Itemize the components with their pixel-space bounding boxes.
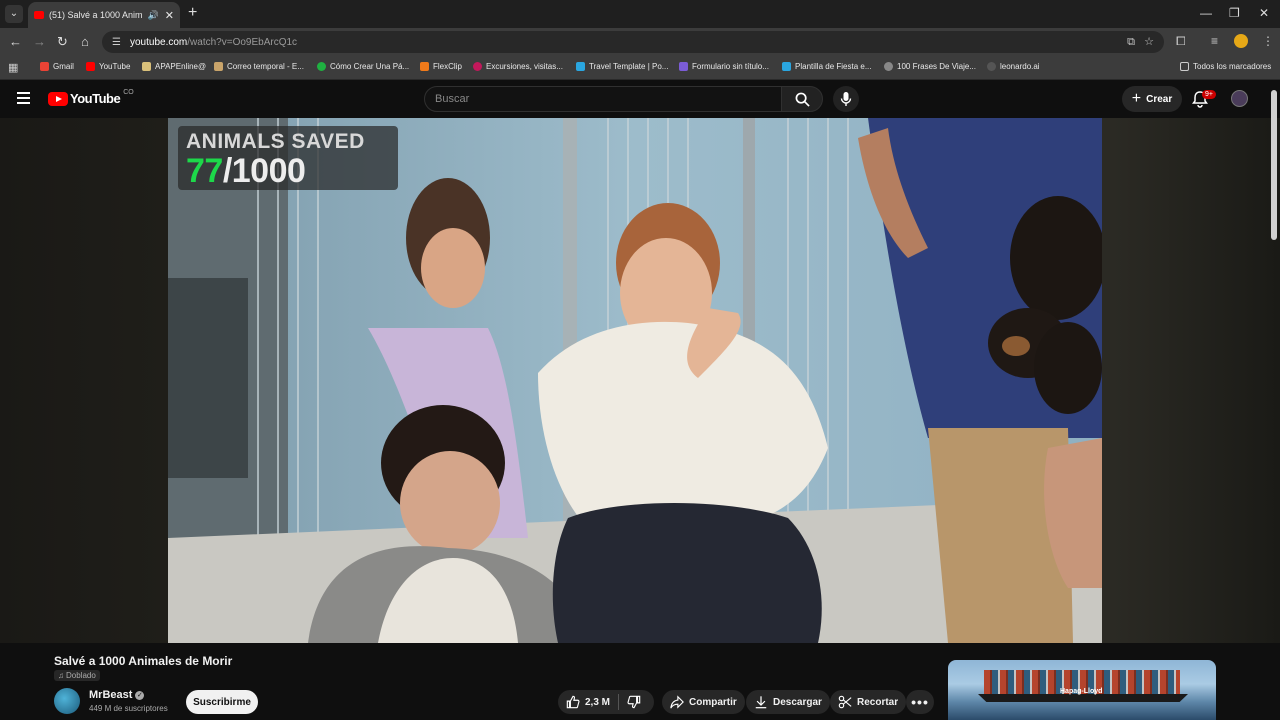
profile-avatar[interactable] [1234, 34, 1248, 48]
share-icon [670, 695, 684, 709]
channel-name[interactable]: MrBeast ✓ [89, 689, 145, 701]
home-icon[interactable]: ⌂ [81, 34, 89, 49]
apps-grid-icon[interactable]: ▦ [8, 61, 18, 74]
overlay-counter: 77/1000 [186, 152, 306, 190]
share-button[interactable]: Compartir [662, 690, 745, 714]
channel-avatar[interactable] [54, 688, 80, 714]
bookmarks-bar: ▦ Gmail YouTube APAPEnline@ Correo tempo… [0, 56, 1280, 80]
video-player[interactable] [168, 118, 1102, 643]
maximize-icon[interactable]: ❐ [1229, 6, 1240, 20]
search-input[interactable]: Buscar [424, 86, 782, 112]
ad-ship-hull [978, 694, 1188, 702]
youtube-header: YouTube CO Buscar + Crear [0, 80, 1280, 118]
thumbs-down-icon[interactable] [627, 695, 641, 709]
url-path: /watch?v=Oo9EbArcQ1c [187, 36, 298, 48]
search-icon [795, 92, 810, 107]
close-window-icon[interactable]: ✕ [1259, 6, 1269, 20]
bookmark-item[interactable]: YouTube [86, 62, 130, 71]
media-control-icon[interactable]: ≡ [1211, 34, 1218, 48]
bookmark-item[interactable]: Correo temporal - E... [214, 62, 304, 71]
bookmark-item[interactable]: 100 Frases De Viaje... [884, 62, 976, 71]
bookmark-icon [987, 62, 996, 71]
subscriber-count: 449 M de suscriptores [89, 704, 168, 713]
minimize-icon[interactable]: — [1200, 6, 1212, 20]
bookmark-icon [214, 62, 223, 71]
new-tab-button[interactable]: + [188, 4, 197, 22]
menu-hamburger-icon[interactable] [17, 92, 30, 104]
more-horizontal-icon: ••• [911, 694, 929, 710]
bookmark-item[interactable]: Travel Template | Po... [576, 62, 668, 71]
bookmark-icon [782, 62, 791, 71]
like-button[interactable]: 2,3 M [566, 695, 610, 709]
form-icon [679, 62, 688, 71]
url-host: youtube.com [130, 36, 188, 48]
animals-saved-overlay: ANIMALS SAVED 77/1000 [178, 126, 398, 190]
scissors-icon [838, 695, 852, 709]
browser-toolbar: ← → ↻ ⌂ ☰ youtube.com/watch?v=Oo9EbArcQ1… [0, 28, 1280, 56]
page-scrollbar[interactable] [1271, 90, 1277, 240]
overlay-label: ANIMALS SAVED [186, 130, 365, 153]
search-button[interactable] [781, 86, 823, 112]
tab-title: (51) Salvé a 1000 Animales de Morir - Yo… [49, 10, 142, 20]
video-title: Salvé a 1000 Animales de Morir [54, 654, 233, 668]
address-bar[interactable]: ☰ youtube.com/watch?v=Oo9EbArcQ1c ⧉ ☆ [102, 31, 1164, 53]
site-info-icon[interactable]: ☰ [112, 37, 122, 48]
bookmark-item[interactable]: Formulario sin título... [679, 62, 769, 71]
subscribe-button[interactable]: Suscribirme [186, 690, 258, 714]
browser-tab[interactable]: (51) Salvé a 1000 Animales de Morir - Yo… [28, 2, 180, 28]
bookmark-item[interactable]: Excursiones, visitas... [473, 62, 563, 71]
tab-search-button[interactable]: ⌄ [5, 5, 23, 23]
bookmark-icon [142, 62, 151, 71]
gmail-icon [40, 62, 49, 71]
bookmark-icon [473, 62, 482, 71]
youtube-favicon-icon [34, 11, 44, 19]
plus-icon: + [1131, 90, 1142, 107]
bookmark-item[interactable]: leonardo.ai [987, 62, 1040, 71]
check-icon [317, 62, 326, 71]
speaker-icon[interactable]: 🔊 [148, 10, 159, 21]
notification-count-badge: 9+ [1202, 90, 1216, 99]
bookmark-icon [884, 62, 893, 71]
bookmark-item[interactable]: Gmail [40, 62, 74, 71]
voice-search-button[interactable] [833, 86, 859, 112]
close-tab-icon[interactable]: ✕ [165, 9, 174, 22]
clip-button[interactable]: Recortar [830, 690, 907, 714]
audio-track-icon: ♫ [58, 671, 64, 680]
divider [618, 694, 620, 710]
forward-icon[interactable]: → [33, 34, 46, 49]
user-avatar[interactable] [1231, 90, 1248, 107]
download-button[interactable]: Descargar [746, 690, 830, 714]
reload-icon[interactable]: ↻ [57, 34, 68, 50]
bookmark-item[interactable]: APAPEnline@ [142, 62, 206, 71]
download-icon [755, 696, 767, 709]
bookmark-item[interactable]: FlexClip [420, 62, 462, 71]
bookmark-star-icon[interactable]: ⧉ ☆ [1127, 35, 1154, 49]
create-button[interactable]: + Crear [1122, 86, 1182, 112]
like-dislike-group: 2,3 M [558, 690, 654, 714]
extensions-icon[interactable]: ⧠ [1176, 34, 1186, 49]
bookmark-item[interactable]: Cómo Crear Una Pá... [317, 62, 409, 71]
like-count: 2,3 M [585, 696, 611, 708]
sidebar-ad[interactable]: Hapag-Lloyd [948, 660, 1216, 720]
verified-icon: ✓ [135, 691, 145, 700]
ad-brand: Hapag-Lloyd [1060, 688, 1103, 695]
microphone-icon [840, 92, 852, 106]
all-bookmarks[interactable]: Todos los marcadores [1180, 62, 1271, 71]
video-frame-image [168, 118, 1102, 643]
bookmark-icon [576, 62, 585, 71]
youtube-play-icon [48, 91, 68, 106]
thumbs-up-icon [566, 695, 580, 709]
flexclip-icon [420, 62, 429, 71]
youtube-icon [86, 62, 95, 71]
folder-icon [1180, 62, 1189, 71]
browser-tabstrip: ⌄ (51) Salvé a 1000 Animales de Morir - … [0, 0, 1280, 28]
menu-kebab-icon[interactable]: ⋮ [1262, 34, 1274, 48]
back-icon[interactable]: ← [9, 34, 22, 49]
more-actions-button[interactable]: ••• [906, 690, 934, 714]
youtube-logo[interactable]: YouTube CO [48, 89, 134, 106]
bookmark-item[interactable]: Plantilla de Fiesta e... [782, 62, 871, 71]
dubbed-badge: ♫ Doblado [54, 670, 100, 681]
